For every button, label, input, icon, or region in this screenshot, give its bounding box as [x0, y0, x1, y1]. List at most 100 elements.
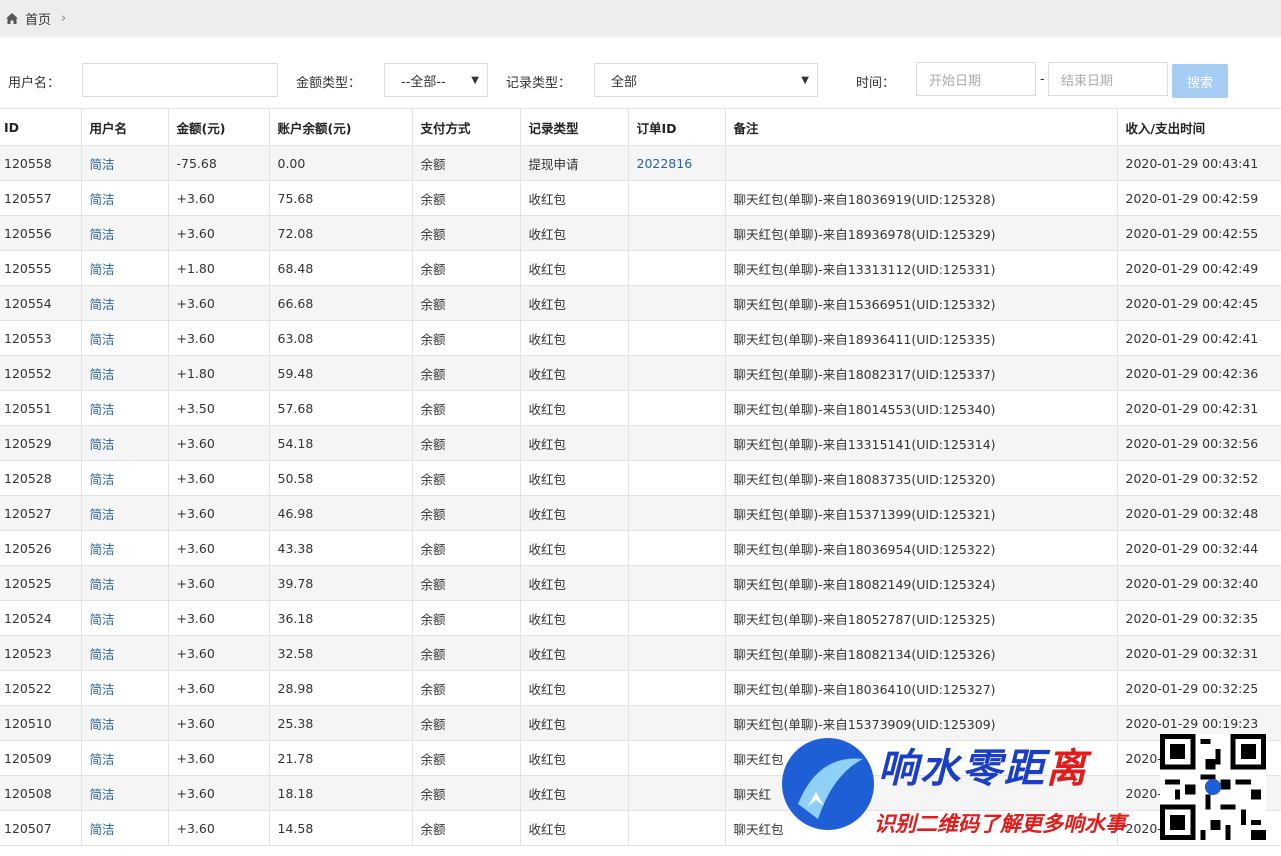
- record-type-value: 全部: [611, 74, 638, 90]
- cell-balance: 63.08: [269, 320, 413, 356]
- record-type-select[interactable]: 全部 ▼: [594, 63, 818, 97]
- cell-username[interactable]: 简洁: [81, 145, 169, 181]
- cell-username[interactable]: 简洁: [81, 670, 169, 706]
- cell-payment-method: 余额: [412, 635, 521, 671]
- cell-payment-method: 余额: [412, 670, 521, 706]
- cell-order-id: [628, 775, 726, 811]
- cell-amount: +3.60: [168, 775, 270, 811]
- cell-id: 120522: [0, 670, 82, 706]
- cell-username[interactable]: 简洁: [81, 600, 169, 636]
- cell-id: 120526: [0, 530, 82, 566]
- cell-balance: 0.00: [269, 145, 413, 181]
- col-time-header: 收入/支出时间: [1117, 108, 1281, 146]
- cell-time: 2020-01-29 00:32:35: [1117, 600, 1281, 636]
- cell-username[interactable]: 简洁: [81, 425, 169, 461]
- cell-time: 2020-01-29 00:32:48: [1117, 495, 1281, 531]
- cell-id: 120551: [0, 390, 82, 426]
- cell-username[interactable]: 简洁: [81, 460, 169, 496]
- cell-username[interactable]: 简洁: [81, 530, 169, 566]
- cell-balance: 39.78: [269, 565, 413, 601]
- cell-username[interactable]: 简洁: [81, 810, 169, 846]
- cell-remark: 聊天红: [725, 775, 1118, 811]
- cell-time: 2020-01-29 00:19:23: [1117, 705, 1281, 741]
- cell-payment-method: 余额: [412, 320, 521, 356]
- cell-time: 2020-01-29 00:32:40: [1117, 565, 1281, 601]
- cell-username[interactable]: 简洁: [81, 565, 169, 601]
- cell-id: 120525: [0, 565, 82, 601]
- home-icon[interactable]: [6, 13, 18, 24]
- table-row: 120529 简洁 +3.60 54.18 余额 收红包 聊天红包(单聊)-来自133151…: [0, 425, 1281, 461]
- cell-id: 120555: [0, 250, 82, 286]
- cell-balance: 32.58: [269, 635, 413, 671]
- cell-remark: 聊天红包(单聊)-来自18052787(UID:125325): [725, 600, 1118, 636]
- date-range-dash: -: [1040, 72, 1045, 87]
- cell-username[interactable]: 简洁: [81, 250, 169, 286]
- cell-record-type: 收红包: [520, 495, 629, 531]
- col-username-header: 用户名: [81, 108, 169, 146]
- cell-payment-method: 余额: [412, 565, 521, 601]
- cell-remark: 聊天红包(单聊)-来自18082317(UID:125337): [725, 355, 1118, 391]
- table-row: 120527 简洁 +3.60 46.98 余额 收红包 聊天红包(单聊)-来自153713…: [0, 495, 1281, 531]
- cell-username[interactable]: 简洁: [81, 285, 169, 321]
- breadcrumb-home-link[interactable]: 首页: [25, 9, 51, 28]
- cell-amount: +3.60: [168, 810, 270, 846]
- cell-amount: +1.80: [168, 355, 270, 391]
- cell-balance: 66.68: [269, 285, 413, 321]
- cell-amount: +3.50: [168, 390, 270, 426]
- cell-record-type: 收红包: [520, 250, 629, 286]
- cell-username[interactable]: 简洁: [81, 355, 169, 391]
- cell-order-id: [628, 460, 726, 496]
- start-date-input[interactable]: 开始日期: [916, 62, 1036, 96]
- cell-id: 120558: [0, 145, 82, 181]
- record-type-label: 记录类型：: [506, 76, 572, 91]
- cell-balance: 21.78: [269, 740, 413, 776]
- cell-username[interactable]: 简洁: [81, 390, 169, 426]
- cell-username[interactable]: 简洁: [81, 775, 169, 811]
- table-row: 120551 简洁 +3.50 57.68 余额 收红包 聊天红包(单聊)-来自180145…: [0, 390, 1281, 426]
- cell-remark: [725, 145, 1118, 181]
- table-body: 120558 简洁 -75.68 0.00 余额 提现申请 2022816 2020-01-2…: [0, 145, 1281, 846]
- cell-username[interactable]: 简洁: [81, 635, 169, 671]
- search-button[interactable]: 搜索: [1172, 64, 1228, 98]
- cell-amount: +3.60: [168, 670, 270, 706]
- table-row: 120524 简洁 +3.60 36.18 余额 收红包 聊天红包(单聊)-来自180527…: [0, 600, 1281, 636]
- cell-payment-method: 余额: [412, 810, 521, 846]
- cell-payment-method: 余额: [412, 740, 521, 776]
- cell-record-type: 收红包: [520, 775, 629, 811]
- cell-remark: 聊天红包: [725, 810, 1118, 846]
- cell-record-type: 收红包: [520, 635, 629, 671]
- cell-username[interactable]: 简洁: [81, 705, 169, 741]
- username-input[interactable]: [82, 63, 278, 97]
- cell-time: 2020-01-29 00:32:31: [1117, 635, 1281, 671]
- table-row: 120552 简洁 +1.80 59.48 余额 收红包 聊天红包(单聊)-来自180823…: [0, 355, 1281, 391]
- cell-balance: 43.38: [269, 530, 413, 566]
- cell-username[interactable]: 简洁: [81, 180, 169, 216]
- cell-amount: +3.60: [168, 285, 270, 321]
- cell-record-type: 收红包: [520, 705, 629, 741]
- cell-remark: 聊天红包(单聊)-来自18082149(UID:125324): [725, 565, 1118, 601]
- amount-type-value: --全部--: [401, 74, 446, 90]
- cell-remark: 聊天红包(单聊)-来自18036919(UID:125328): [725, 180, 1118, 216]
- cell-payment-method: 余额: [412, 425, 521, 461]
- cell-username[interactable]: 简洁: [81, 320, 169, 356]
- username-label: 用户名：: [8, 76, 61, 91]
- cell-amount: +3.60: [168, 600, 270, 636]
- cell-time: 2020-01-29 00:32:52: [1117, 460, 1281, 496]
- cell-order-id: [628, 390, 726, 426]
- cell-balance: 18.18: [269, 775, 413, 811]
- amount-type-select[interactable]: --全部-- ▼: [384, 63, 488, 97]
- cell-order-id: [628, 495, 726, 531]
- cell-time: 2020-01-29 00:42:45: [1117, 285, 1281, 321]
- cell-balance: 57.68: [269, 390, 413, 426]
- cell-username[interactable]: 简洁: [81, 495, 169, 531]
- cell-record-type: 收红包: [520, 285, 629, 321]
- cell-order-id[interactable]: 2022816: [628, 145, 726, 181]
- end-date-input[interactable]: 结束日期: [1048, 62, 1168, 96]
- cell-id: 120523: [0, 635, 82, 671]
- table-row: 120522 简洁 +3.60 28.98 余额 收红包 聊天红包(单聊)-来自180364…: [0, 670, 1281, 706]
- cell-record-type: 收红包: [520, 425, 629, 461]
- cell-username[interactable]: 简洁: [81, 215, 169, 251]
- breadcrumb: 首页 ›: [0, 0, 1281, 37]
- col-payment-method-header: 支付方式: [412, 108, 521, 146]
- cell-username[interactable]: 简洁: [81, 740, 169, 776]
